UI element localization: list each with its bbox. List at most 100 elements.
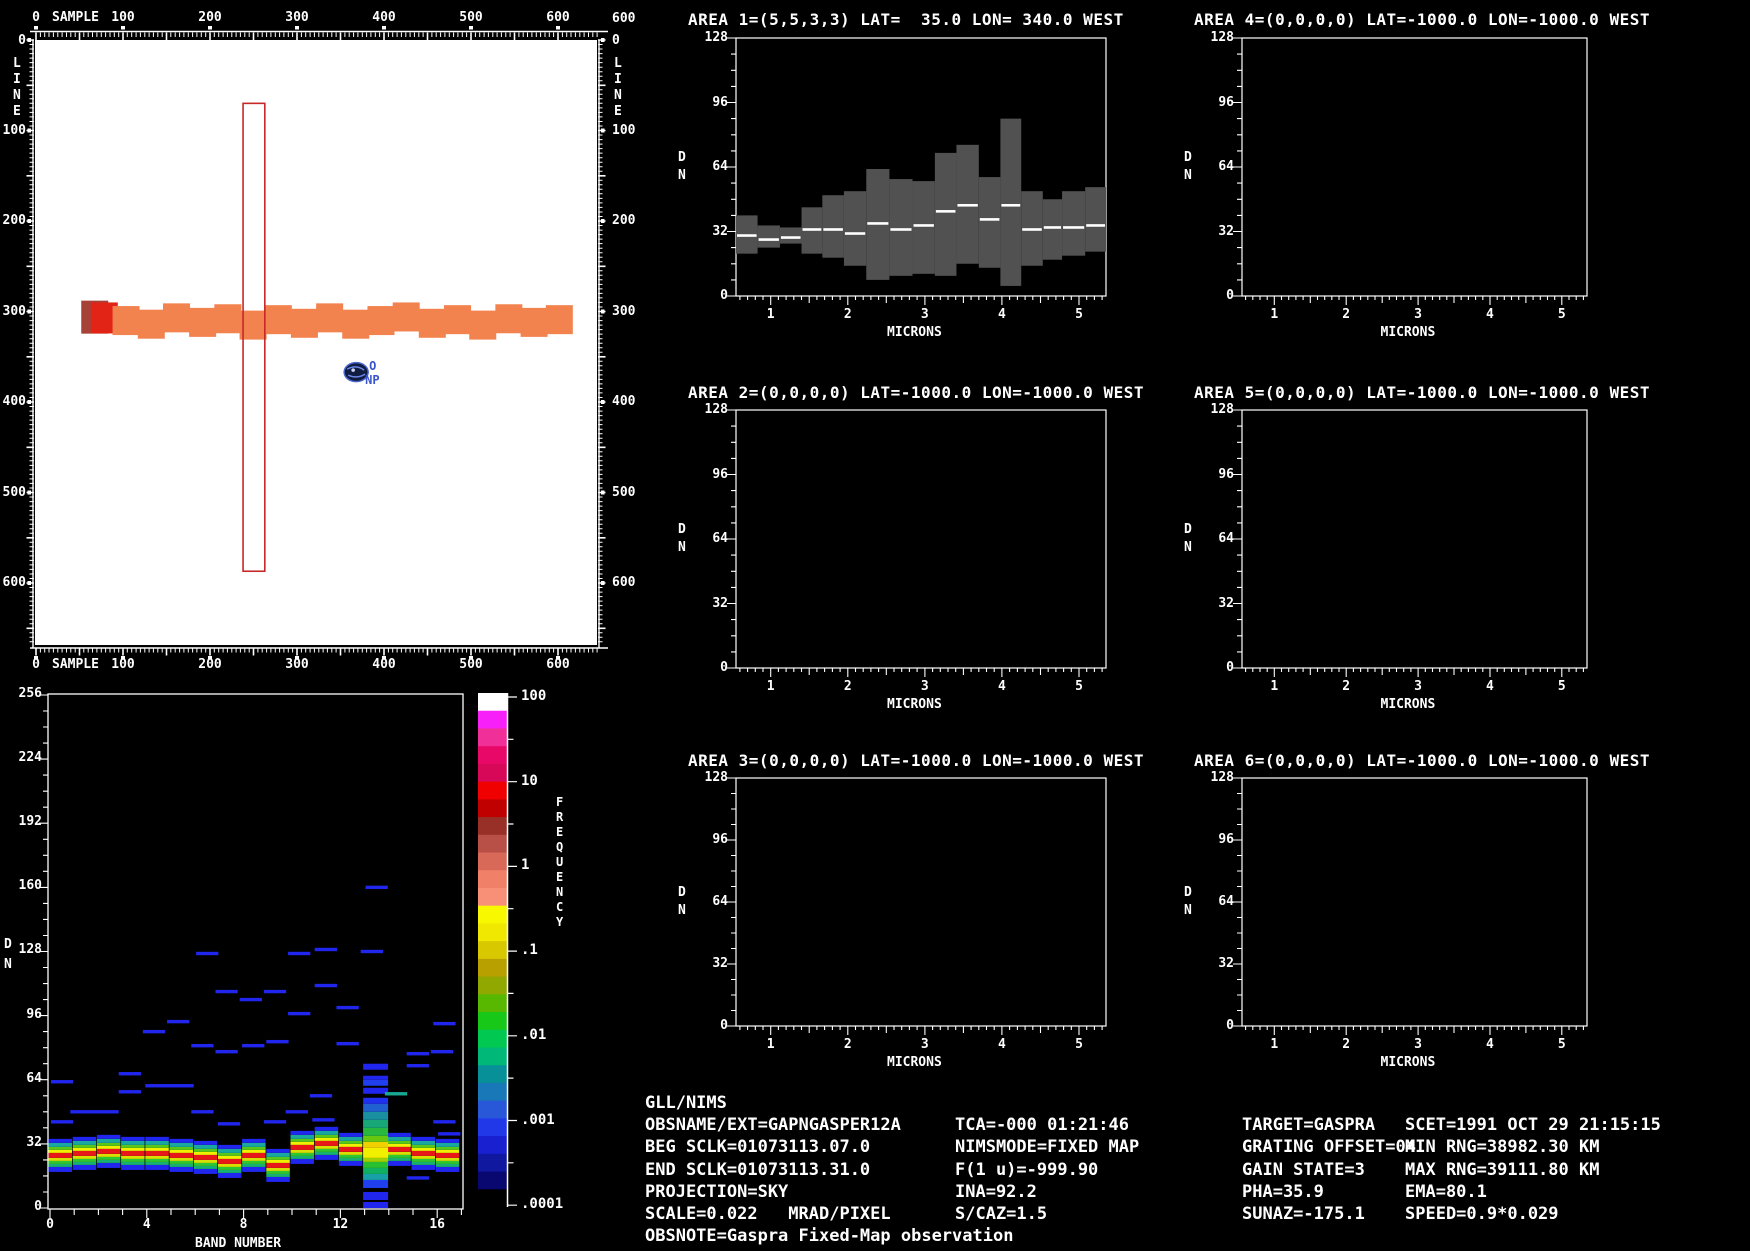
histogram-band-cell [193, 1168, 218, 1174]
area-4-title: AREA 4=(0,0,0,0) LAT=-1000.0 LON=-1000.0… [1194, 10, 1650, 29]
histogram-column-cell [363, 1119, 389, 1128]
dn-axis-title-letter: N [1184, 903, 1192, 918]
line-axis-label: 300 [2, 303, 26, 319]
dn-axis-label: 64 [712, 159, 728, 174]
histogram-scatter-dash [50, 1120, 74, 1124]
histogram-band-cell [48, 1163, 72, 1167]
histogram-column-cell [363, 1111, 389, 1120]
histogram-band-cell [338, 1140, 363, 1144]
footprint-box [342, 309, 370, 339]
line-axis-title-letter: L [13, 56, 21, 71]
dn-axis-title-letter: N [1184, 540, 1192, 555]
histogram-band-cell [169, 1138, 193, 1143]
colorbar-segment [478, 763, 507, 783]
histogram-band-cell [242, 1163, 266, 1167]
dn-axis-label: 64 [1218, 894, 1234, 909]
histogram-scatter-dash [384, 1092, 408, 1096]
info-field: NIMSMODE=FIXED MAP [955, 1137, 1140, 1157]
spectrum-mean-line [737, 234, 757, 237]
info-field: SCET=1991 OCT 29 21:15:15 [1405, 1115, 1661, 1135]
info-field: EMA=80.1 [1405, 1182, 1487, 1202]
histogram-band-cell [290, 1149, 314, 1153]
info-obsnote: OBSNOTE=Gaspra Fixed-Map observation [645, 1226, 1014, 1246]
histogram-band-cell [435, 1138, 460, 1143]
line-axis-label: 400 [2, 394, 26, 409]
line-hundred-marker [601, 490, 605, 495]
dn-axis-title-letter: N [1184, 168, 1192, 183]
dn-axis-label: 32 [1218, 956, 1234, 971]
area-3-title: AREA 3=(0,0,0,0) LAT=-1000.0 LON=-1000.0… [688, 751, 1144, 770]
histogram-band-cell [169, 1160, 193, 1164]
footprint-box [520, 307, 548, 337]
histogram-band-cell [387, 1154, 411, 1158]
histogram-column-cell [363, 1135, 389, 1142]
dn-axis-label: 96 [712, 466, 728, 482]
colorbar-ticks [508, 696, 517, 1206]
histogram-band-cell [435, 1157, 460, 1161]
dn-axis-label: 32 [712, 595, 728, 611]
spectrum-mean-line [1063, 226, 1085, 229]
line-hundred-marker [27, 400, 31, 404]
histogram-band-cell [290, 1152, 314, 1156]
histogram-band-cell [411, 1140, 435, 1145]
dn-axis-label: 32 [712, 956, 728, 971]
histogram-band-cell [242, 1160, 266, 1164]
footprint-box [469, 310, 497, 340]
sample-axis-label: 200 [198, 657, 222, 672]
histogram-band-cell [217, 1144, 242, 1149]
line-axis-label: 100 [612, 122, 636, 138]
histogram-band-cell [96, 1134, 121, 1139]
spectrum-range-box [843, 191, 867, 266]
info-field: OBSNAME/EXT=GAPNGASPER12A [645, 1115, 901, 1135]
histogram-column-cell [363, 1157, 389, 1162]
line-hundred-marker [601, 581, 605, 585]
dn-axis-label: 0 [720, 660, 728, 675]
dn-axis-label: 128 [704, 30, 728, 45]
micron-axis-label: 1 [1270, 1037, 1279, 1052]
line-hundred-marker [601, 309, 605, 314]
dn-axis-label: 96 [1218, 832, 1234, 847]
micron-axis-title: MICRONS [887, 325, 942, 340]
info-header: GLL/NIMS [645, 1093, 727, 1113]
histogram-band-cell [193, 1162, 218, 1166]
histogram-band-cell [242, 1146, 266, 1150]
colorbar-graphics [478, 693, 517, 1208]
histogram-band-cell [435, 1152, 460, 1158]
histogram-band-cell [411, 1158, 435, 1162]
histogram-scatter-dash [217, 1122, 241, 1126]
histogram-band-cell [387, 1146, 411, 1152]
footprint-box [495, 304, 523, 334]
pole-label-o: O [369, 359, 376, 373]
histogram-band-cell [169, 1149, 193, 1153]
dn-axis-label: 0 [1226, 288, 1234, 303]
micron-axis-label: 3 [920, 679, 929, 694]
histogram-band-cell [169, 1142, 193, 1147]
histogram-scatter-dash [288, 951, 311, 956]
histogram-y-label: 0 [34, 1199, 42, 1214]
line-axis-title-letter: I [13, 72, 21, 87]
histogram-column-cell [363, 1087, 389, 1094]
histogram-band-cell [48, 1149, 72, 1153]
map-canvas[interactable] [35, 40, 597, 645]
histogram-band-cell [72, 1155, 97, 1159]
dn-axis-title-letter: N [678, 903, 686, 918]
histogram-band-cell [266, 1170, 290, 1174]
dn-axis-title-letter: N [678, 540, 686, 555]
dn-axis-label: 96 [1218, 466, 1234, 482]
histogram-column-cell [363, 1141, 389, 1148]
spectrum-mean-line [758, 238, 779, 241]
area-2-plot-graphics [727, 409, 1107, 677]
footprint-box [367, 306, 395, 336]
histogram-band-cell [193, 1159, 218, 1163]
histogram-band-cell [314, 1145, 339, 1149]
histogram-band-cell [387, 1160, 411, 1166]
histogram-band-cell [266, 1162, 290, 1168]
histogram-band-cell [72, 1136, 97, 1141]
histogram-band-cell [121, 1155, 145, 1159]
area-2-title: AREA 2=(0,0,0,0) LAT=-1000.0 LON=-1000.0… [688, 383, 1144, 402]
spectrum-range-box [1062, 191, 1086, 256]
line-axis-label: 100 [2, 122, 26, 138]
info-field: S/CAZ=1.5 [955, 1204, 1048, 1224]
dn-axis-title-letter: D [678, 885, 686, 900]
colorbar-segment [478, 710, 507, 730]
